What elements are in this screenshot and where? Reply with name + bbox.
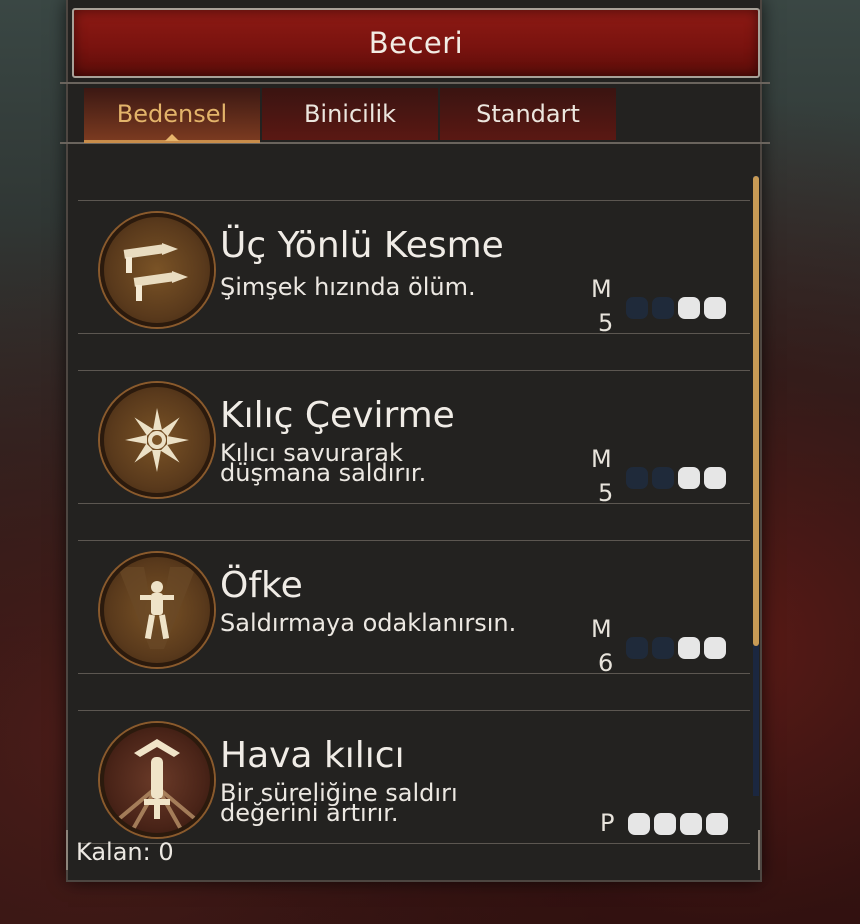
pip [652, 467, 674, 489]
frame-corner [66, 830, 82, 870]
skill-name: Üç Yönlü Kesme [220, 225, 504, 266]
skill-rank: M [591, 275, 612, 303]
frame-corner [758, 830, 774, 870]
pip [704, 297, 726, 319]
skill-name: Kılıç Çevirme [220, 395, 455, 436]
skill-name: Öfke [220, 565, 303, 606]
pip [626, 467, 648, 489]
tab-label: Bedensel [116, 100, 228, 128]
skill-level: 5 [598, 309, 614, 337]
pip [680, 813, 702, 835]
skill-rank: M [591, 615, 612, 643]
skill-row[interactable]: Öfke Saldırmaya odaklanırsın. M 6 [78, 540, 750, 677]
divider [60, 82, 770, 84]
skill-name: Hava kılıcı [220, 735, 405, 776]
skill-tabs: Bedensel Binicilik Standart [84, 88, 618, 143]
pip [628, 813, 650, 835]
skill-row[interactable]: Hava kılıcı Bir süreliğine saldırı değer… [78, 710, 750, 844]
skill-rank: M [591, 445, 612, 473]
pip [626, 637, 648, 659]
triple-slash-icon [100, 213, 214, 327]
skill-description: Bir süreliğine saldırı değerini artırır. [220, 779, 458, 827]
skill-row[interactable]: Üç Yönlü Kesme Şimşek hızında ölüm. M 5 [78, 200, 750, 337]
window-title-bar: Beceri [72, 8, 760, 78]
pip [652, 297, 674, 319]
skill-pips [626, 297, 726, 319]
skill-pips [626, 637, 726, 659]
active-tab-caret-icon [165, 134, 179, 141]
skill-pips [626, 467, 726, 489]
tab-bedensel[interactable]: Bedensel [84, 88, 260, 143]
pip [652, 637, 674, 659]
pip [678, 637, 700, 659]
skill-level: 6 [598, 649, 614, 677]
pip [678, 467, 700, 489]
window-title: Beceri [368, 26, 464, 60]
blade-spin-icon [100, 383, 214, 497]
pip [678, 297, 700, 319]
tab-label: Standart [476, 100, 580, 128]
pip [704, 637, 726, 659]
tab-label: Binicilik [303, 100, 397, 128]
rage-figure-icon [100, 553, 214, 667]
pip [706, 813, 728, 835]
air-sword-icon [100, 723, 214, 837]
pip [626, 297, 648, 319]
scrollbar-thumb[interactable] [753, 176, 759, 646]
skill-description: Şimşek hızında ölüm. [220, 273, 476, 301]
remaining-points: Kalan: 0 [76, 838, 174, 866]
skill-row[interactable]: Kılıç Çevirme Kılıcı savurarak düşmana s… [78, 370, 750, 507]
pip [704, 467, 726, 489]
skill-pips [628, 813, 728, 835]
skill-level: 5 [598, 479, 614, 507]
skill-description: Kılıcı savurarak düşmana saldırır. [220, 439, 427, 487]
pip [654, 813, 676, 835]
tab-standart[interactable]: Standart [440, 88, 616, 140]
skill-rank: P [600, 809, 615, 837]
tab-binicilik[interactable]: Binicilik [262, 88, 438, 140]
skill-description: Saldırmaya odaklanırsın. [220, 609, 517, 637]
